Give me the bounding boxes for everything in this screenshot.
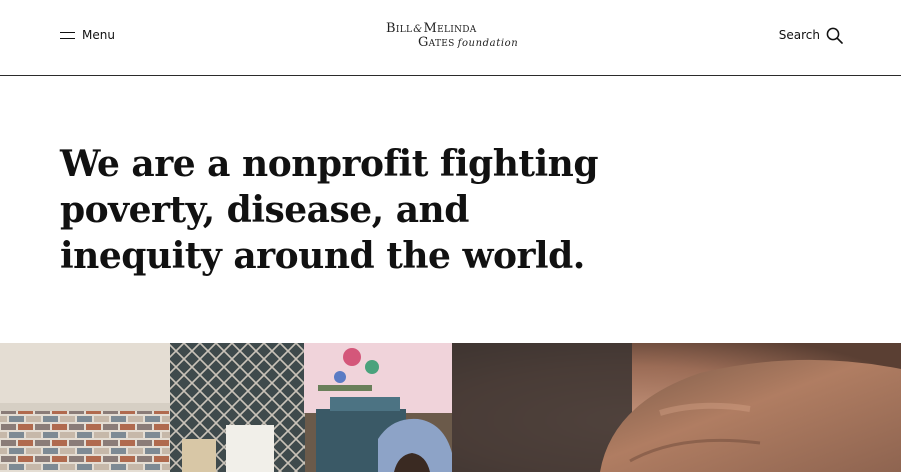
page-headline: We are a nonprofit fighting poverty, dis… <box>60 143 599 277</box>
search-icon <box>826 27 843 44</box>
logo-gates: Gates <box>418 35 455 50</box>
menu-button[interactable]: Menu <box>60 26 115 44</box>
site-header: Menu Bill&Melinda Gates foundation Search <box>0 0 901 76</box>
logo-melinda: Melinda <box>423 21 477 36</box>
logo-bill: Bill <box>386 21 413 36</box>
logo-line-2: Gates foundation <box>418 35 518 50</box>
hero-photo <box>0 343 901 472</box>
hero-image <box>0 343 901 472</box>
logo-ampersand: & <box>413 24 423 35</box>
search-label: Search <box>778 28 820 42</box>
logo-foundation: foundation <box>457 38 519 49</box>
foundation-logo[interactable]: Bill&Melinda Gates foundation <box>386 21 526 55</box>
menu-label: Menu <box>82 28 115 42</box>
hamburger-menu-icon <box>60 31 75 40</box>
search-button[interactable]: Search <box>779 26 843 44</box>
logo-line-1: Bill&Melinda <box>386 21 477 36</box>
